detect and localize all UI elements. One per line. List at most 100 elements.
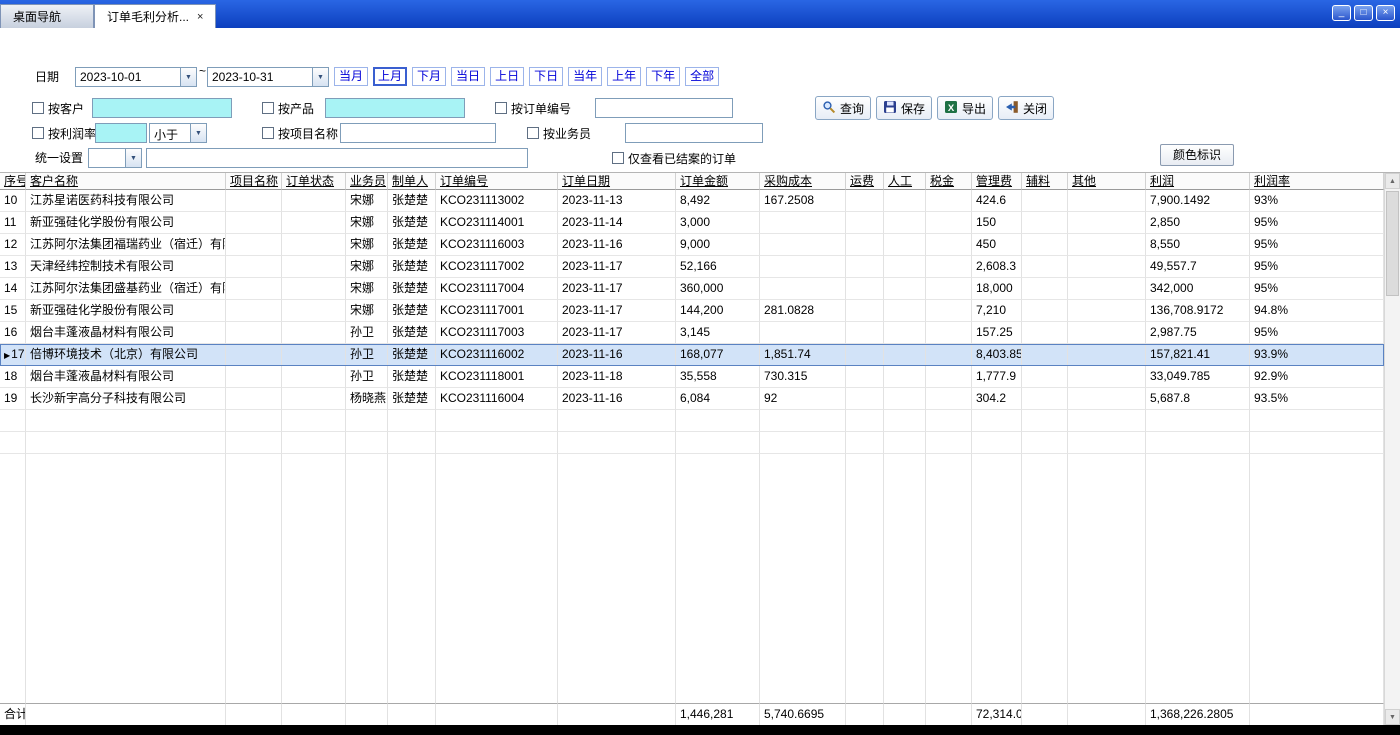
customer-input[interactable] — [92, 98, 232, 118]
table-row[interactable]: 15新亚强硅化学股份有限公司宋娜张楚楚KCO2311170012023-11-1… — [0, 300, 1384, 322]
table-cell — [926, 344, 972, 366]
margin-value-input[interactable] — [95, 123, 147, 143]
table-cell — [282, 410, 346, 432]
table-row[interactable]: 19长沙新宇高分子科技有限公司杨晓燕张楚楚KCO2311160042023-11… — [0, 388, 1384, 410]
margin-operator-value: 小于 — [150, 124, 190, 142]
column-header[interactable]: 制单人 — [388, 173, 436, 190]
checkbox-icon[interactable] — [32, 102, 44, 114]
chevron-down-icon[interactable]: ▼ — [312, 68, 328, 86]
column-header[interactable]: 其他 — [1068, 173, 1146, 190]
column-header[interactable]: 税金 — [926, 173, 972, 190]
save-button[interactable]: 保存 — [876, 96, 932, 120]
table-cell: 5,687.8 — [1146, 388, 1250, 410]
unified-setting-input[interactable] — [146, 148, 528, 168]
scroll-up-icon[interactable]: ▲ — [1385, 173, 1400, 189]
date-to-select[interactable]: 2023-10-31 ▼ — [207, 67, 329, 87]
column-header[interactable]: 管理费 — [972, 173, 1022, 190]
table-cell: 9,000 — [676, 234, 760, 256]
table-row[interactable]: 16烟台丰蓬液晶材料有限公司孙卫张楚楚KCO2311170032023-11-1… — [0, 322, 1384, 344]
checkbox-icon[interactable] — [495, 102, 507, 114]
table-cell — [226, 454, 282, 703]
table-cell: 8,403.85 — [972, 344, 1022, 366]
column-header[interactable]: 利润 — [1146, 173, 1250, 190]
table-cell: 730.315 — [760, 366, 846, 388]
checkbox-icon[interactable] — [527, 127, 539, 139]
checkbox-icon[interactable] — [612, 152, 624, 164]
restore-button[interactable]: □ — [1354, 5, 1373, 21]
order-no-input[interactable] — [595, 98, 733, 118]
quick-link-7[interactable]: 当年 — [568, 67, 602, 86]
date-from-select[interactable]: 2023-10-01 ▼ — [75, 67, 197, 87]
scroll-down-icon[interactable]: ▼ — [1385, 709, 1400, 725]
project-name-input[interactable] — [340, 123, 496, 143]
quick-link-5[interactable]: 上日 — [490, 67, 524, 86]
salesperson-input[interactable] — [625, 123, 763, 143]
quick-link-9[interactable]: 下年 — [646, 67, 680, 86]
table-cell — [846, 366, 884, 388]
tab-desktop-navigation[interactable]: 桌面导航 — [0, 4, 94, 28]
checkbox-icon[interactable] — [32, 127, 44, 139]
total-cell: 1,368,226.2805 — [1146, 703, 1250, 725]
table-row[interactable]: 11新亚强硅化学股份有限公司宋娜张楚楚KCO2311140012023-11-1… — [0, 212, 1384, 234]
quick-link-1[interactable]: 当月 — [334, 67, 368, 86]
margin-operator-select[interactable]: 小于 ▼ — [149, 123, 207, 143]
filter-by-salesperson-checkbox[interactable]: 按业务员 — [527, 123, 591, 143]
table-cell — [1022, 366, 1068, 388]
color-mark-button[interactable]: 颜色标识 — [1160, 144, 1234, 166]
table-row[interactable]: 12江苏阿尔法集团福瑞药业（宿迁）有限公司宋娜张楚楚KCO23111600320… — [0, 234, 1384, 256]
scrollbar-thumb[interactable] — [1386, 191, 1399, 296]
filter-by-customer-checkbox[interactable]: 按客户 — [32, 98, 84, 118]
query-button[interactable]: 查询 — [815, 96, 871, 120]
table-cell — [0, 454, 26, 703]
column-header[interactable]: 采购成本 — [760, 173, 846, 190]
quick-link-10[interactable]: 全部 — [685, 67, 719, 86]
column-header[interactable]: 订单状态 — [282, 173, 346, 190]
filter-by-margin-checkbox[interactable]: 按利润率 — [32, 123, 96, 143]
column-header[interactable]: 利润率 — [1250, 173, 1384, 190]
table-cell — [760, 454, 846, 703]
quick-link-8[interactable]: 上年 — [607, 67, 641, 86]
tab-close-icon[interactable]: × — [197, 11, 203, 23]
chevron-down-icon[interactable]: ▼ — [125, 149, 141, 167]
table-row[interactable]: 13天津经纬控制技术有限公司宋娜张楚楚KCO2311170022023-11-1… — [0, 256, 1384, 278]
quick-link-2[interactable]: 上月 — [373, 67, 407, 86]
filter-by-product-checkbox[interactable]: 按产品 — [262, 98, 314, 118]
close-form-button[interactable]: 关闭 — [998, 96, 1054, 120]
unified-setting-select[interactable]: ▼ — [88, 148, 142, 168]
table-row[interactable]: 10江苏星诺医药科技有限公司宋娜张楚楚KCO2311130022023-11-1… — [0, 190, 1384, 212]
tab-order-profit-analysis[interactable]: 订单毛利分析... × — [94, 4, 216, 28]
table-cell — [1022, 322, 1068, 344]
table-cell: 19 — [0, 388, 26, 410]
product-input[interactable] — [325, 98, 465, 118]
column-header[interactable]: 订单编号 — [436, 173, 558, 190]
minimize-button[interactable]: _ — [1332, 5, 1351, 21]
column-header[interactable]: 人工 — [884, 173, 926, 190]
column-header[interactable]: 订单金额 — [676, 173, 760, 190]
vertical-scrollbar[interactable]: ▲ ▼ — [1384, 173, 1400, 725]
table-cell — [1022, 190, 1068, 212]
quick-link-4[interactable]: 当日 — [451, 67, 485, 86]
filter-by-project-checkbox[interactable]: 按项目名称 — [262, 123, 338, 143]
column-header[interactable]: 辅料 — [1022, 173, 1068, 190]
closed-orders-only-checkbox[interactable]: 仅查看已结案的订单 — [612, 148, 736, 168]
app-window: 桌面导航 订单毛利分析... × _ □ × 日期 2023-10-01 ▼ ~… — [0, 0, 1400, 735]
column-header[interactable]: 项目名称 — [226, 173, 282, 190]
table-row[interactable]: 18烟台丰蓬液晶材料有限公司孙卫张楚楚KCO2311180012023-11-1… — [0, 366, 1384, 388]
table-row[interactable]: ▶17倍博环境技术（北京）有限公司孙卫张楚楚KCO2311160022023-1… — [0, 344, 1384, 366]
quick-link-3[interactable]: 下月 — [412, 67, 446, 86]
table-cell — [926, 234, 972, 256]
column-header[interactable]: 客户名称 — [26, 173, 226, 190]
checkbox-icon[interactable] — [262, 102, 274, 114]
column-header[interactable]: 运费 — [846, 173, 884, 190]
chevron-down-icon[interactable]: ▼ — [190, 124, 206, 142]
column-header[interactable]: 序号 — [0, 173, 26, 190]
checkbox-icon[interactable] — [262, 127, 274, 139]
quick-link-6[interactable]: 下日 — [529, 67, 563, 86]
column-header[interactable]: 订单日期 — [558, 173, 676, 190]
filter-by-order-no-checkbox[interactable]: 按订单编号 — [495, 98, 571, 118]
table-row[interactable]: 14江苏阿尔法集团盛基药业（宿迁）有限公司宋娜张楚楚KCO23111700420… — [0, 278, 1384, 300]
chevron-down-icon[interactable]: ▼ — [180, 68, 196, 86]
export-button[interactable]: X 导出 — [937, 96, 993, 120]
close-button[interactable]: × — [1376, 5, 1395, 21]
column-header[interactable]: 业务员 — [346, 173, 388, 190]
